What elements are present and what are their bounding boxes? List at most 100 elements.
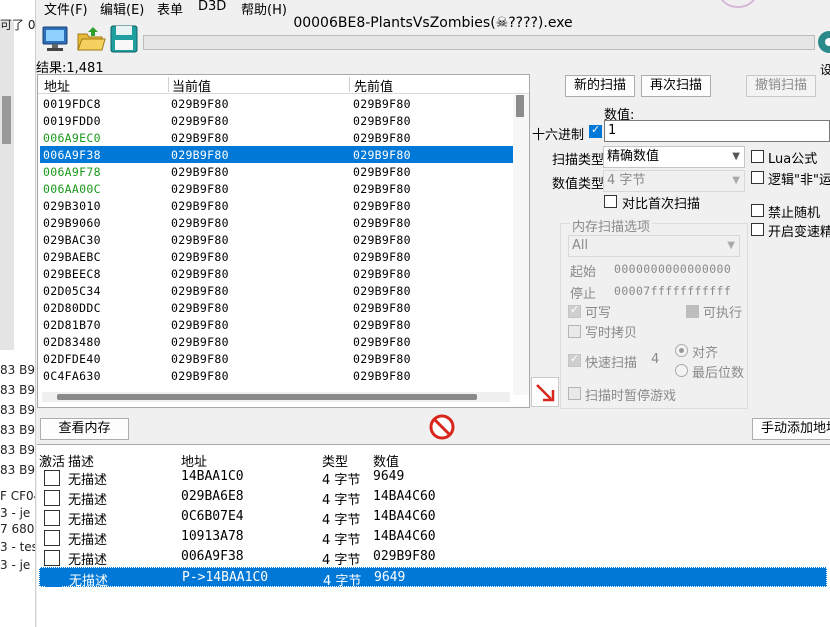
address-type: 4 字节 <box>322 473 361 488</box>
address-row[interactable]: 无描述 14BAA1C0 4 字节 9649 <box>39 467 827 488</box>
result-row[interactable]: 006A9F38 029B9F80 029B9F80 <box>40 146 513 163</box>
chevron-down-icon: ▼ <box>727 240 735 251</box>
address-value: 029B9F80 <box>373 549 436 564</box>
result-address: 006AA00C <box>43 182 101 196</box>
column-address[interactable]: 地址 <box>44 76 70 95</box>
chevron-down-icon: ▼ <box>732 175 740 186</box>
logic-not-checkbox[interactable] <box>751 171 764 184</box>
logic-not-label: 逻辑"非"运 <box>768 173 830 188</box>
result-address: 02D81B70 <box>43 318 101 332</box>
result-previous: 029B9F80 <box>353 233 411 247</box>
result-row[interactable]: 02D81B70 029B9F80 029B9F80 <box>40 316 513 333</box>
address-row[interactable]: 无描述 0C6B07E4 4 字节 14BA4C60 <box>39 507 827 528</box>
background-text-line: 83 B9 <box>0 363 35 377</box>
fast-scan-value[interactable]: 4 <box>651 352 659 367</box>
result-row[interactable]: 029BAC30 029B9F80 029B9F80 <box>40 231 513 248</box>
result-address: 006A9F78 <box>43 165 101 179</box>
result-address: 0019FDC8 <box>43 97 101 111</box>
scan-results-table[interactable]: 地址 当前值 先前值 0019FDC8 029B9F80 029B9F80 0019F… <box>37 74 530 408</box>
add-address-manually-button[interactable]: 手动添加地址 <box>752 418 830 440</box>
active-checkbox[interactable] <box>44 490 60 506</box>
speedhack-label: 开启变速精 <box>768 225 830 240</box>
undo-scan-button[interactable]: 撤销扫描 <box>746 75 816 97</box>
address-description: 无描述 <box>68 513 108 528</box>
results-scroll-thumb[interactable] <box>516 95 524 117</box>
address-description: 无描述 <box>68 473 108 488</box>
open-file-button[interactable] <box>76 25 106 53</box>
address-row[interactable]: 无描述 006A9F38 4 字节 029B9F80 <box>39 547 827 568</box>
result-current: 029B9F80 <box>171 182 229 196</box>
aligned-radio[interactable] <box>675 344 688 357</box>
address-row[interactable]: 无描述 10913A78 4 字节 14BA4C60 <box>39 527 827 548</box>
last-digits-radio[interactable] <box>675 364 688 377</box>
active-checkbox[interactable] <box>45 571 61 587</box>
settings-label: 设 <box>820 63 830 77</box>
pause-game-checkbox[interactable] <box>568 387 581 400</box>
result-row[interactable]: 0019FDD0 029B9F80 029B9F80 <box>40 112 513 129</box>
speedhack-checkbox[interactable] <box>751 223 764 236</box>
result-current: 029B9F80 <box>171 335 229 349</box>
active-checkbox[interactable] <box>44 510 60 526</box>
result-row[interactable]: 02D80DDC 029B9F80 029B9F80 <box>40 299 513 316</box>
result-row[interactable]: 029BAEBC 029B9F80 029B9F80 <box>40 248 513 265</box>
hex-label: 十六进制 <box>532 128 585 143</box>
compare-first-checkbox[interactable] <box>604 195 617 208</box>
add-to-list-button[interactable] <box>531 377 559 407</box>
clear-list-button[interactable] <box>428 413 456 441</box>
result-row[interactable]: 02D05C34 029B9F80 029B9F80 <box>40 282 513 299</box>
result-row[interactable]: 0019FDC8 029B9F80 029B9F80 <box>40 95 513 112</box>
result-row[interactable]: 029B3010 029B9F80 029B9F80 <box>40 197 513 214</box>
result-current: 029B9F80 <box>171 216 229 230</box>
start-address-input[interactable]: 0000000000000000 <box>614 262 731 276</box>
memory-region-select[interactable]: All ▼ <box>568 235 740 257</box>
value-type-value: 4 字节 <box>607 173 646 188</box>
result-current: 029B9F80 <box>171 250 229 264</box>
open-process-button[interactable] <box>40 25 70 53</box>
background-text-line: F CF04 <box>0 489 35 503</box>
writable-checkbox[interactable] <box>568 303 581 318</box>
address-row[interactable]: 无描述 029BA6E8 4 字节 14BA4C60 <box>39 487 827 508</box>
background-text-line: 7 6807 <box>0 522 35 536</box>
view-memory-button[interactable]: 查看内存 <box>40 418 129 440</box>
executable-checkbox[interactable] <box>686 305 699 318</box>
disable-random-checkbox[interactable] <box>751 204 764 217</box>
background-text-line: 3 - je P <box>0 558 35 572</box>
result-current: 029B9F80 <box>171 267 229 281</box>
stop-address-input[interactable]: 00007fffffffffff <box>614 284 731 298</box>
address-list[interactable]: 激活 描述 地址 类型 数值 无描述 14BAA1C0 4 字节 9649 无描述 029… <box>37 444 830 627</box>
menu-d3d[interactable]: D3D <box>198 0 226 14</box>
result-row[interactable]: 02DFDE40 029B9F80 029B9F80 <box>40 350 513 367</box>
column-current-value[interactable]: 当前值 <box>172 76 211 95</box>
copy-on-write-checkbox[interactable] <box>568 325 581 338</box>
result-row[interactable]: 02D83480 029B9F80 029B9F80 <box>40 333 513 350</box>
result-row[interactable]: 029B9060 029B9F80 029B9F80 <box>40 214 513 231</box>
computer-icon <box>42 26 68 51</box>
results-horizontal-thumb[interactable] <box>57 394 477 400</box>
address-description: 无描述 <box>68 553 108 568</box>
scan-type-select[interactable]: 精确数值 ▼ <box>603 146 745 168</box>
result-current: 029B9F80 <box>171 233 229 247</box>
settings-button[interactable] <box>815 20 830 60</box>
scan-value-input[interactable]: 1 <box>604 120 830 142</box>
result-previous: 029B9F80 <box>353 250 411 264</box>
result-row[interactable]: 0C4FA630 029B9F80 029B9F80 <box>40 367 513 384</box>
active-checkbox[interactable] <box>44 470 60 486</box>
column-previous-value[interactable]: 先前值 <box>354 76 393 95</box>
lua-formula-checkbox[interactable] <box>751 150 764 163</box>
result-row[interactable]: 006A9F78 029B9F80 029B9F80 <box>40 163 513 180</box>
result-previous: 029B9F80 <box>353 114 411 128</box>
result-row[interactable]: 006AA00C 029B9F80 029B9F80 <box>40 180 513 197</box>
fast-scan-checkbox[interactable] <box>568 352 581 367</box>
active-checkbox[interactable] <box>44 550 60 566</box>
next-scan-button[interactable]: 再次扫描 <box>641 75 711 97</box>
new-scan-button[interactable]: 新的扫描 <box>565 75 635 97</box>
result-row[interactable]: 029BEEC8 029B9F80 029B9F80 <box>40 265 513 282</box>
hex-checkbox[interactable] <box>589 123 602 138</box>
address-row[interactable]: 无描述 P->14BAA1C0 4 字节 9649 <box>39 567 827 589</box>
value-type-select[interactable]: 4 字节 ▼ <box>603 170 745 192</box>
save-button[interactable] <box>109 25 139 53</box>
results-vertical-scrollbar[interactable] <box>513 95 529 395</box>
lua-formula-label: Lua公式 <box>768 152 818 167</box>
result-row[interactable]: 006A9EC0 029B9F80 029B9F80 <box>40 129 513 146</box>
active-checkbox[interactable] <box>44 530 60 546</box>
